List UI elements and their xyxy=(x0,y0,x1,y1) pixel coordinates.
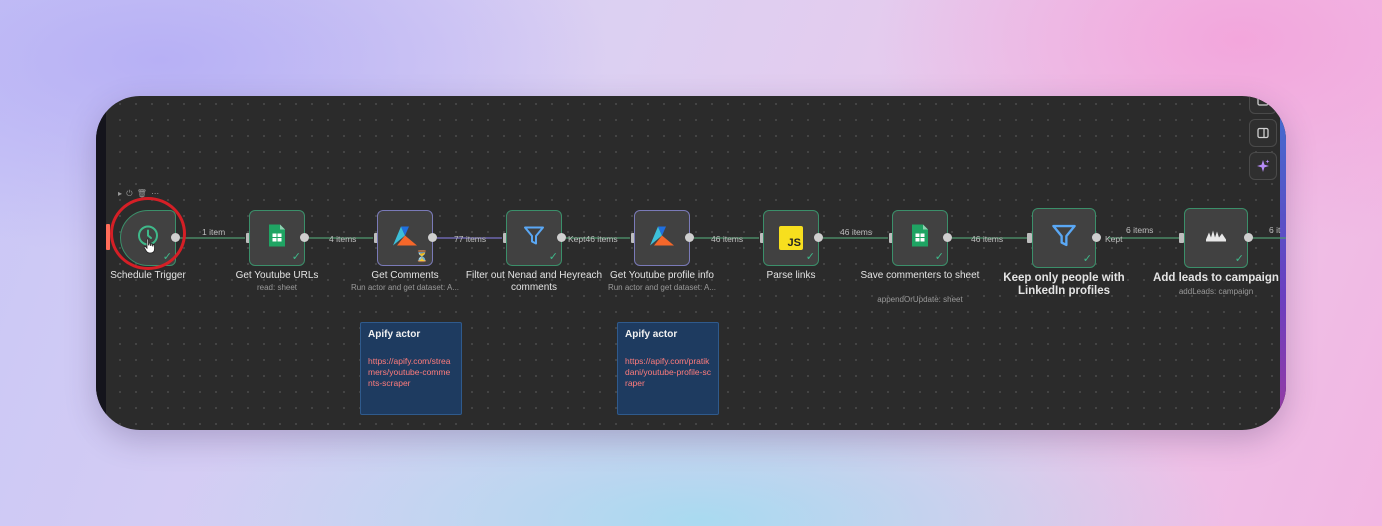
connection-label: 1 item xyxy=(202,227,226,237)
sticky-note[interactable]: Apify actor https://apify.com/pratikdani… xyxy=(617,322,719,415)
success-check-icon: ✓ xyxy=(1234,253,1244,265)
node-subtitle: Run actor and get dataset: A... xyxy=(607,283,717,292)
get-youtube-urls-node[interactable]: ✓ xyxy=(249,210,305,266)
success-check-icon: ✓ xyxy=(548,251,558,263)
connection-label: 4 items xyxy=(329,234,357,244)
heyreach-icon xyxy=(1205,228,1227,249)
note-link[interactable]: https://apify.com/pratikdani/youtube-pro… xyxy=(625,356,711,389)
node-title: Get Comments xyxy=(371,270,439,281)
hand-cursor-icon xyxy=(143,238,157,259)
save-commenters-node[interactable]: ✓ xyxy=(892,210,948,266)
node-subtitle: Run actor and get dataset: A... xyxy=(350,283,460,292)
node-title: Get Youtube profile info xyxy=(610,270,714,281)
keep-linkedin-node[interactable]: ✓ xyxy=(1032,208,1096,268)
javascript-icon: JS xyxy=(779,226,803,250)
output-handle[interactable] xyxy=(814,233,823,242)
note-title: Apify actor xyxy=(625,329,678,340)
apify-icon xyxy=(392,225,418,252)
sticky-note[interactable]: Apify actor https://apify.com/streamers/… xyxy=(360,322,462,415)
filter-icon xyxy=(1051,223,1077,254)
highlight-ring xyxy=(110,197,186,270)
output-handle[interactable] xyxy=(1244,233,1253,242)
note-link[interactable]: https://apify.com/streamers/youtube-comm… xyxy=(368,356,454,389)
node-subtitle: addLeads: campaign xyxy=(1178,287,1254,296)
apify-icon xyxy=(649,225,675,252)
google-sheets-icon xyxy=(911,224,929,253)
output-handle[interactable] xyxy=(300,233,309,242)
pending-icon: ⏳ xyxy=(415,251,429,263)
connection-label: Kept xyxy=(1105,234,1123,244)
output-handle[interactable] xyxy=(1092,233,1101,242)
note-title: Apify actor xyxy=(368,329,421,340)
output-handle[interactable] xyxy=(685,233,694,242)
output-handle[interactable] xyxy=(943,233,952,242)
success-check-icon: ✓ xyxy=(805,251,815,263)
output-handle[interactable] xyxy=(428,233,437,242)
node-title: Save commenters to sheet xyxy=(860,270,980,281)
get-comments-node[interactable]: ⏳ xyxy=(377,210,433,266)
connection-label: Kept46 items xyxy=(568,234,618,244)
node-title: Filter out Nenad and Heyreach comments xyxy=(465,270,603,293)
connection-label: 6 items xyxy=(1126,225,1154,235)
success-check-icon: ✓ xyxy=(934,251,944,263)
add-leads-node[interactable]: ✓ xyxy=(1184,208,1248,268)
node-subtitle: read: sheet xyxy=(256,283,298,292)
connection-label: 46 items xyxy=(840,227,873,237)
filter-icon xyxy=(523,225,545,252)
node-title: Schedule Trigger xyxy=(110,270,186,281)
workflow-canvas[interactable]: 1 item 4 items 77 items Kept46 items 46 … xyxy=(96,96,1286,430)
javascript-icon-label: JS xyxy=(787,237,801,249)
connection-label: 77 items xyxy=(454,234,487,244)
node-subtitle: appendOrUpdate: sheet xyxy=(877,295,963,304)
node-title: Keep only people with LinkedIn profiles xyxy=(1003,272,1125,297)
connection-label: 46 items xyxy=(971,234,1004,244)
connection-label: 46 items xyxy=(711,234,744,244)
parse-links-node[interactable]: JS ✓ xyxy=(763,210,819,266)
google-sheets-icon xyxy=(268,224,286,253)
filter-comments-node[interactable]: ✓ xyxy=(506,210,562,266)
success-check-icon: ✓ xyxy=(1082,253,1092,265)
node-title: Add leads to campaign xyxy=(1153,272,1279,284)
connection-label: 6 it xyxy=(1269,225,1281,235)
node-title: Get Youtube URLs xyxy=(235,270,319,281)
get-youtube-profile-info-node[interactable] xyxy=(634,210,690,266)
output-handle[interactable] xyxy=(557,233,566,242)
node-title: Parse links xyxy=(766,270,816,281)
success-check-icon: ✓ xyxy=(291,251,301,263)
